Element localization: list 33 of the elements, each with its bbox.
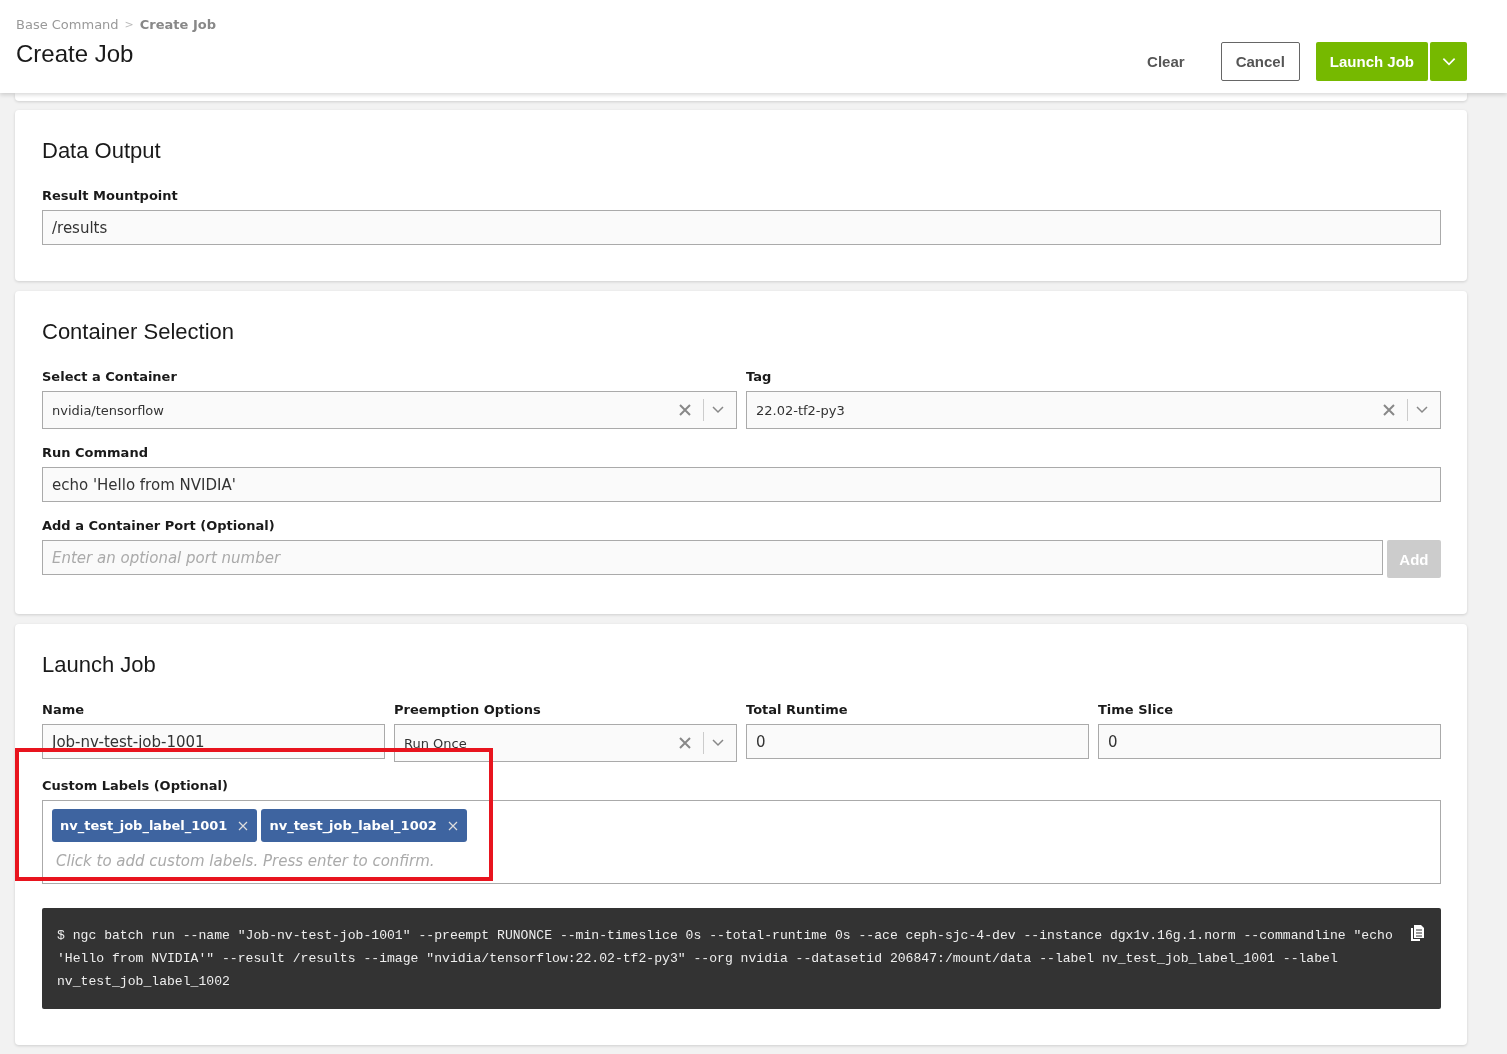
tag-text: nv_test_job_label_1001 <box>60 818 228 833</box>
select-field[interactable]: 22.02-tf2-py3 <box>746 391 1441 429</box>
field-label: Select a Container <box>42 369 178 384</box>
breadcrumb-item[interactable]: Create Job <box>139 17 216 32</box>
remove-icon[interactable] <box>237 819 250 832</box>
field-label: Total Runtime <box>746 702 849 717</box>
text-field[interactable]: echo 'Hello from NVIDIA' <box>42 467 1441 502</box>
field-label: Name <box>42 702 85 717</box>
section-title: Launch Job <box>42 652 157 678</box>
clear-button[interactable]: Clear <box>1133 42 1199 81</box>
select-field[interactable]: nvidia/tensorflow <box>42 391 737 429</box>
field-label: Run Command <box>42 445 149 460</box>
section-title: Data Output <box>42 138 162 164</box>
command-text: $ ngc batch run --name "Job-nv-test-job-1001" --preempt RUNONCE --min-timeslice 0s --total-runtime 0s --ace ceph-sjc-4-dev --instance dgx1v.16g.1.norm --commandline "echo 'Hello from NVIDIA'" --result /results --image "nvidia/tensorflow:22.02-tf2-py3" --org nvidia --datasetid 206847:/mount/data --label nv_test_job_label_1001 --label nv_test_job_label_1002 <box>57 927 1394 991</box>
tag-field[interactable]: nv_test_job_label_1001 nv_test_job_label_1002 Click to add custom labels. Press enter to confirm. <box>42 800 1441 884</box>
tag-text: nv_test_job_label_1002 <box>269 818 437 833</box>
section-title: Container Selection <box>42 319 235 345</box>
field-label: Custom Labels (Optional) <box>42 778 229 793</box>
select-field[interactable]: Run Once <box>394 724 737 762</box>
field-label: Time Slice <box>1098 702 1174 717</box>
text-field[interactable]: 0 <box>1098 724 1441 759</box>
page-title: Create Job <box>16 40 135 68</box>
remove-icon[interactable] <box>446 819 459 832</box>
breadcrumb-separator-icon: > <box>124 18 134 31</box>
text-field[interactable]: /results <box>42 210 1441 245</box>
field-label: Tag <box>746 369 773 384</box>
field-label: Add a Container Port (Optional) <box>42 518 276 533</box>
field-label: Preemption Options <box>394 702 542 717</box>
text-field[interactable]: 0 <box>746 724 1089 759</box>
label-input[interactable]: Click to add custom labels. Press enter to confirm. <box>52 852 460 870</box>
field-label: Result Mountpoint <box>42 188 179 203</box>
copy-icon[interactable] <box>1409 924 1425 942</box>
cancel-button[interactable]: Cancel <box>1220 42 1300 81</box>
